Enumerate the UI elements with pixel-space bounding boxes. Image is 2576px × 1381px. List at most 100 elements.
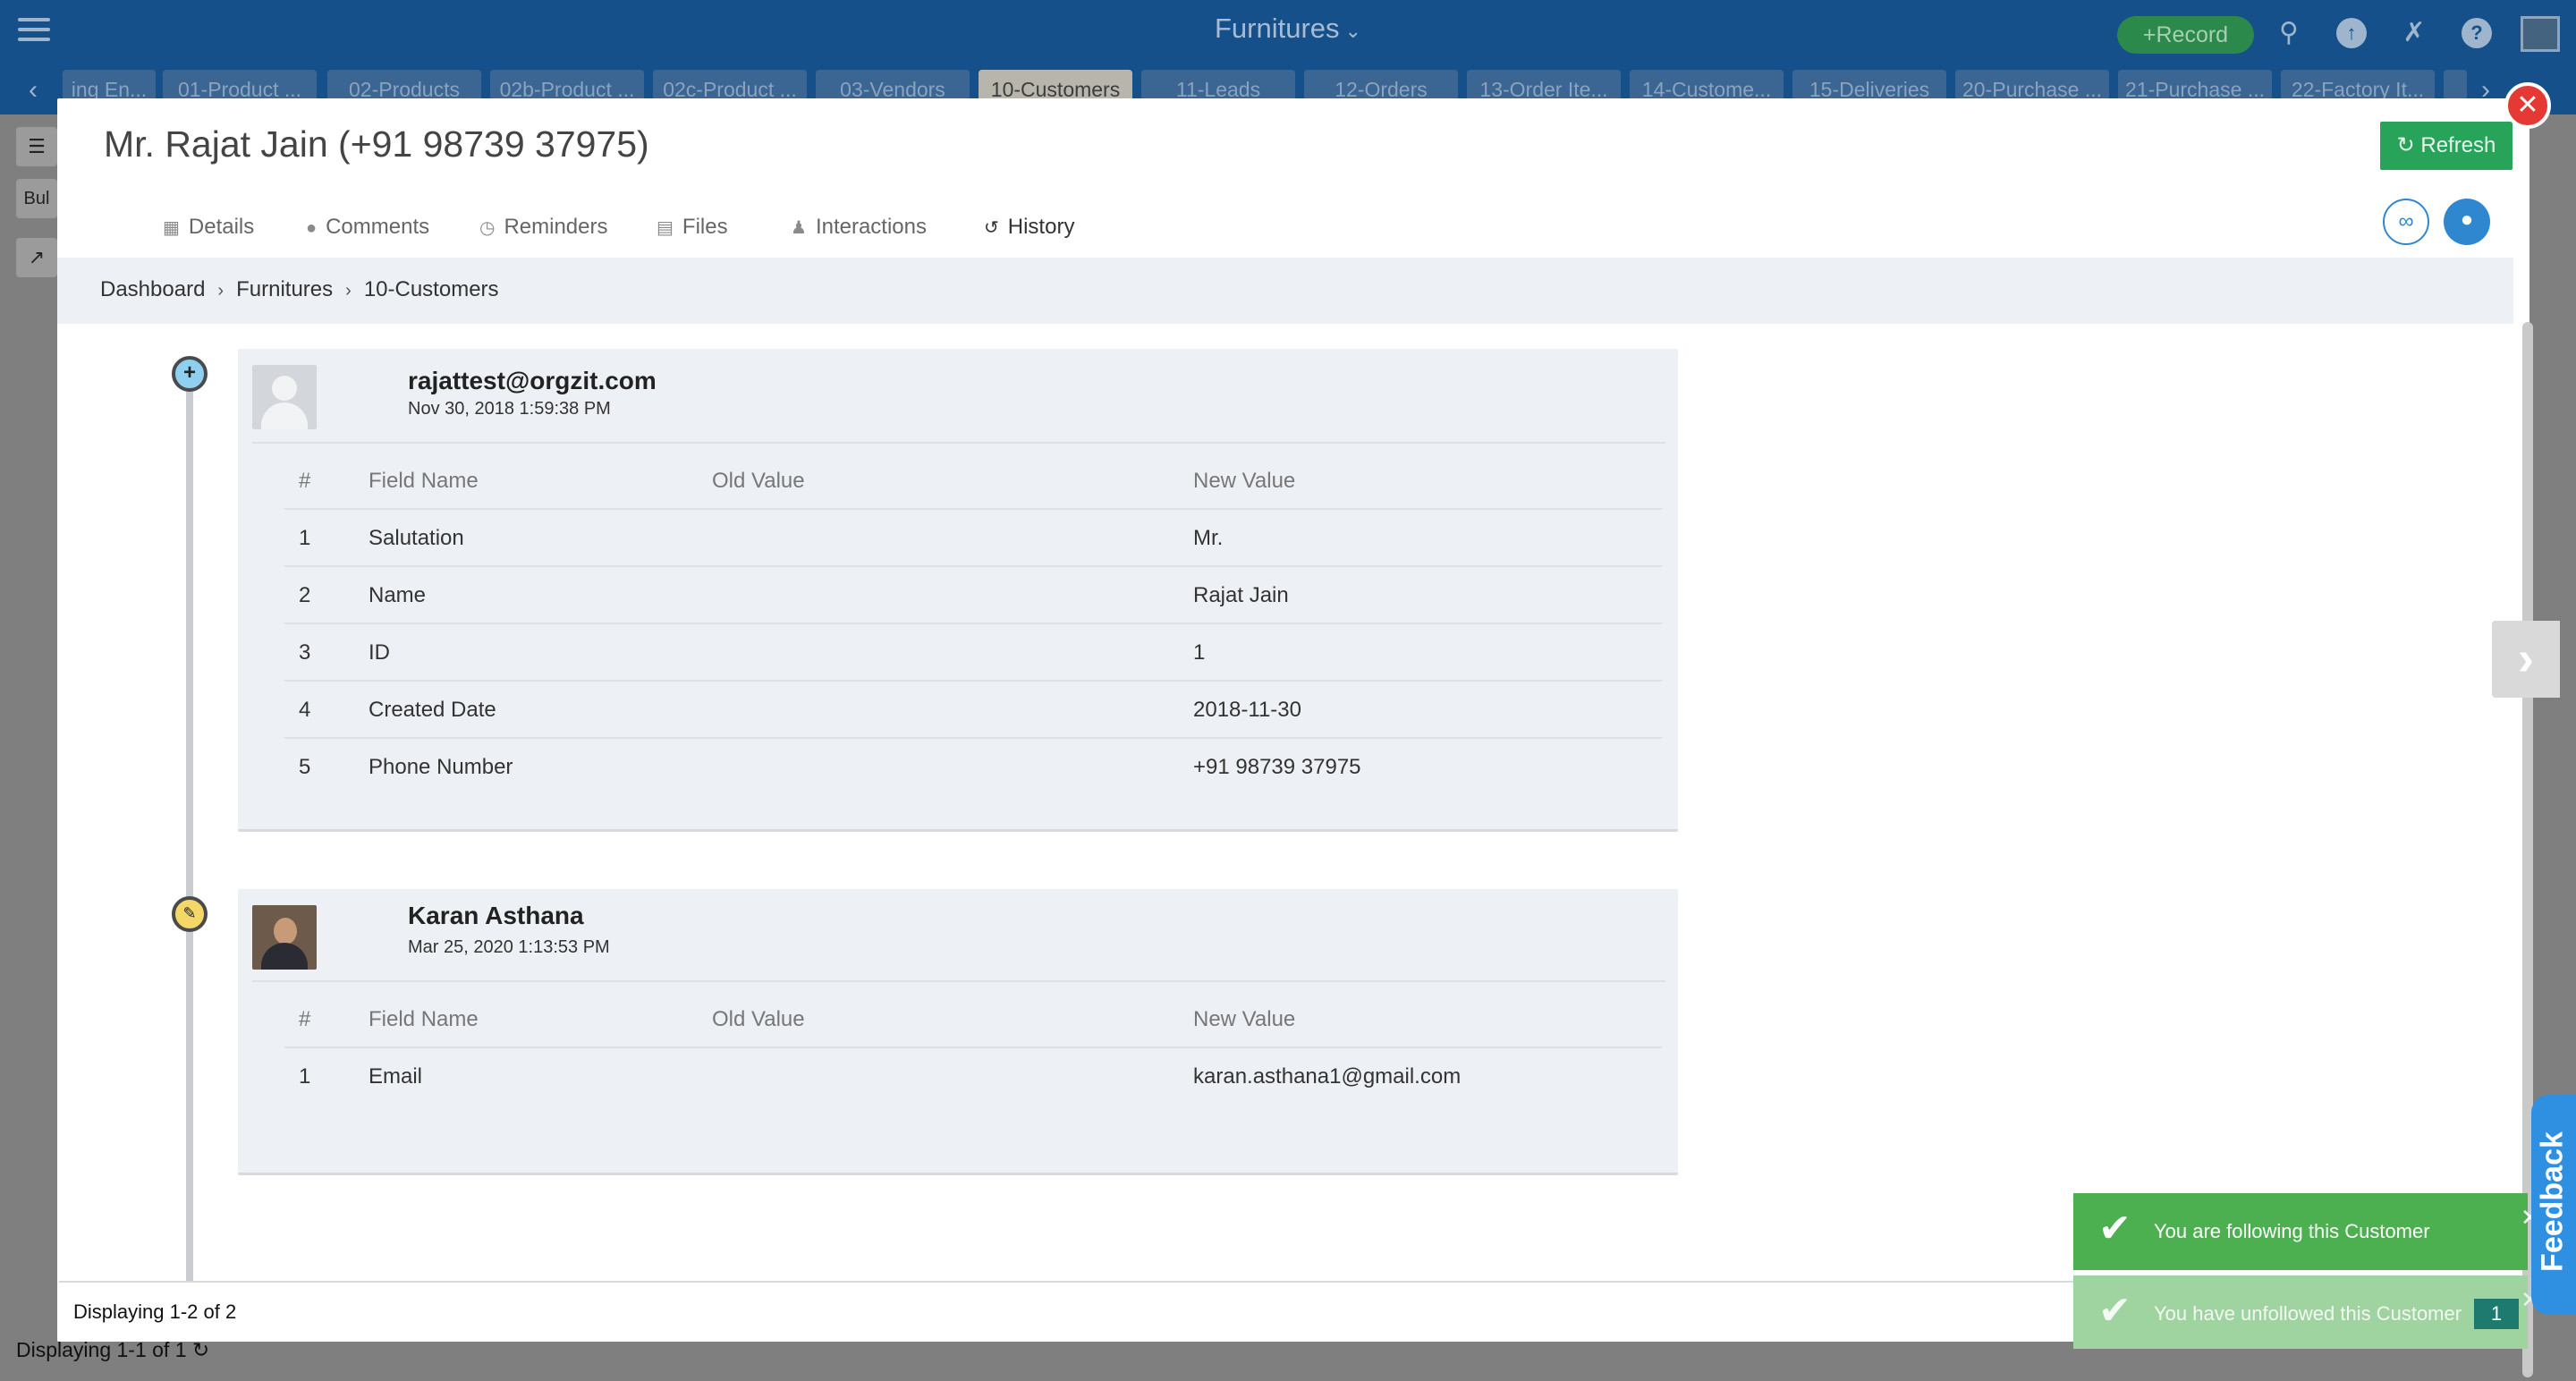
help-icon[interactable]: ?: [2462, 18, 2492, 48]
checkmark-icon: ✔: [2098, 1289, 2131, 1333]
cell-num: 4: [299, 698, 311, 722]
record-modal: Mr. Rajat Jain (+91 98739 37975) ↻ Refre…: [57, 98, 2533, 1377]
cell-new: 1: [1193, 640, 1206, 665]
tab-label: Details: [188, 215, 255, 239]
history-table: # Field Name Old Value New Value 1 Salut…: [284, 453, 1662, 796]
user-icon: ♟: [791, 218, 807, 238]
column-header: Field Name: [369, 1007, 479, 1031]
cell-field: Salutation: [369, 526, 464, 550]
pencil-icon: ✎: [172, 896, 208, 932]
notifications-off-icon[interactable]: ✗: [2399, 18, 2429, 48]
toast-count-badge: 1: [2474, 1299, 2519, 1329]
column-header: #: [299, 1007, 311, 1031]
bell-icon[interactable]: ●: [2444, 199, 2490, 245]
comments-icon: ●: [306, 218, 318, 238]
table-header: # Field Name Old Value New Value: [284, 453, 1662, 510]
avatar: [252, 905, 317, 970]
table-header: # Field Name Old Value New Value: [284, 991, 1662, 1048]
cell-field: Phone Number: [369, 755, 513, 779]
table-icon: ▦: [163, 218, 180, 238]
history-icon: ↺: [984, 218, 999, 238]
search-icon[interactable]: ⚲: [2274, 18, 2304, 48]
entry-author: rajattest@orgzit.com: [408, 367, 657, 394]
monitor-icon[interactable]: [2521, 16, 2560, 52]
cell-new: karan.asthana1@gmail.com: [1193, 1064, 1462, 1089]
cell-new: 2018-11-30: [1193, 698, 1301, 722]
refresh-button[interactable]: ↻ Refresh: [2380, 122, 2512, 170]
cell-field: Created Date: [369, 698, 496, 722]
toast-following: ✔ You are following this Customer: [2073, 1193, 2528, 1270]
chevron-right-icon: ›: [217, 281, 225, 301]
tab-label: Reminders: [504, 215, 608, 239]
cell-num: 1: [299, 526, 311, 550]
column-header: New Value: [1193, 469, 1296, 493]
cell-field: Name: [369, 583, 427, 607]
entry-timestamp: Nov 30, 2018 1:59:38 PM: [408, 399, 611, 419]
divider: [252, 442, 1665, 444]
chevron-right-icon: ›: [345, 281, 352, 301]
tabs-scroll-left-icon[interactable]: ‹: [29, 75, 38, 106]
divider: [252, 980, 1665, 982]
avatar: [252, 365, 317, 429]
table-row: 3 ID 1: [284, 624, 1662, 682]
app-title-label: Furnitures: [1215, 13, 1340, 44]
table-row: 4 Created Date 2018-11-30: [284, 682, 1662, 739]
upload-icon[interactable]: ↑: [2336, 18, 2367, 48]
breadcrumb-item[interactable]: 10-Customers: [364, 277, 499, 301]
plus-icon: +: [172, 356, 208, 392]
feedback-tab[interactable]: Feedback: [2531, 1095, 2576, 1315]
tab-history[interactable]: ↺ History: [980, 188, 1079, 267]
timeline-line: [186, 383, 193, 1308]
column-header: #: [299, 469, 311, 493]
table-row: 5 Phone Number +91 98739 37975: [284, 739, 1662, 796]
cell-new: +91 98739 37975: [1193, 755, 1361, 779]
list-view-icon[interactable]: ☰: [16, 127, 57, 166]
add-record-label: Record: [2156, 22, 2229, 47]
tab-details[interactable]: ▦ Details: [163, 188, 254, 267]
breadcrumb-item[interactable]: Furnitures: [236, 277, 333, 301]
cell-field: Email: [369, 1064, 423, 1089]
tab-label: Files: [682, 215, 728, 239]
column-header: Old Value: [712, 1007, 805, 1031]
breadcrumb-item[interactable]: Dashboard: [100, 277, 205, 301]
record-title: Mr. Rajat Jain (+91 98739 37975): [104, 123, 649, 165]
tab-label: Interactions: [815, 215, 928, 239]
column-header: Old Value: [712, 469, 805, 493]
expand-icon[interactable]: ↗: [16, 238, 57, 277]
feedback-label: Feedback: [2535, 1131, 2570, 1272]
bulk-button[interactable]: Bul: [16, 179, 57, 218]
breadcrumb-bar: Dashboard › Furnitures › 10-Customers: [57, 258, 2513, 324]
history-table: # Field Name Old Value New Value 1 Email…: [284, 991, 1662, 1106]
refresh-icon: ↻: [2396, 133, 2421, 157]
history-entry: Karan Asthana Mar 25, 2020 1:13:53 PM # …: [238, 889, 1678, 1175]
file-icon: ▤: [657, 218, 674, 238]
entry-author: Karan Asthana: [408, 902, 584, 929]
add-record-button[interactable]: +Record: [2117, 16, 2254, 54]
tab-files[interactable]: ▤ Files: [657, 188, 728, 267]
history-entry: rajattest@orgzit.com Nov 30, 2018 1:59:3…: [238, 349, 1678, 832]
cell-num: 1: [299, 1064, 311, 1089]
link-icon[interactable]: ∞: [2383, 199, 2429, 245]
cell-new: Mr.: [1193, 526, 1224, 550]
checkmark-icon: ✔: [2098, 1207, 2131, 1250]
tab-label: Comments: [326, 215, 430, 239]
chevron-down-icon: ⌄: [1344, 20, 1361, 42]
refresh-label: Refresh: [2420, 133, 2496, 157]
clock-icon: ◷: [479, 218, 496, 238]
column-header: New Value: [1193, 1007, 1296, 1031]
tab-interactions[interactable]: ♟ Interactions: [791, 188, 927, 267]
tab-reminders[interactable]: ◷ Reminders: [479, 188, 608, 267]
table-row: 1 Salutation Mr.: [284, 510, 1662, 567]
table-row: 2 Name Rajat Jain: [284, 567, 1662, 624]
background-pagination: Displaying 1-1 of 1 ↻: [16, 1338, 209, 1362]
close-modal-button[interactable]: ✕: [2504, 82, 2551, 129]
toast-message: You are following this Customer: [2154, 1220, 2430, 1242]
plus-icon: +: [2142, 22, 2157, 47]
toast-unfollowed: ✔ You have unfollowed this Customer: [2073, 1275, 2528, 1349]
entry-timestamp: Mar 25, 2020 1:13:53 PM: [408, 937, 610, 957]
next-record-button[interactable]: ›: [2492, 621, 2560, 698]
tab-comments[interactable]: ● Comments: [306, 188, 429, 267]
pagination-text: Displaying 1-2 of 2: [73, 1301, 237, 1323]
table-row: 1 Email karan.asthana1@gmail.com: [284, 1048, 1662, 1106]
breadcrumb: Dashboard › Furnitures › 10-Customers: [100, 277, 499, 302]
